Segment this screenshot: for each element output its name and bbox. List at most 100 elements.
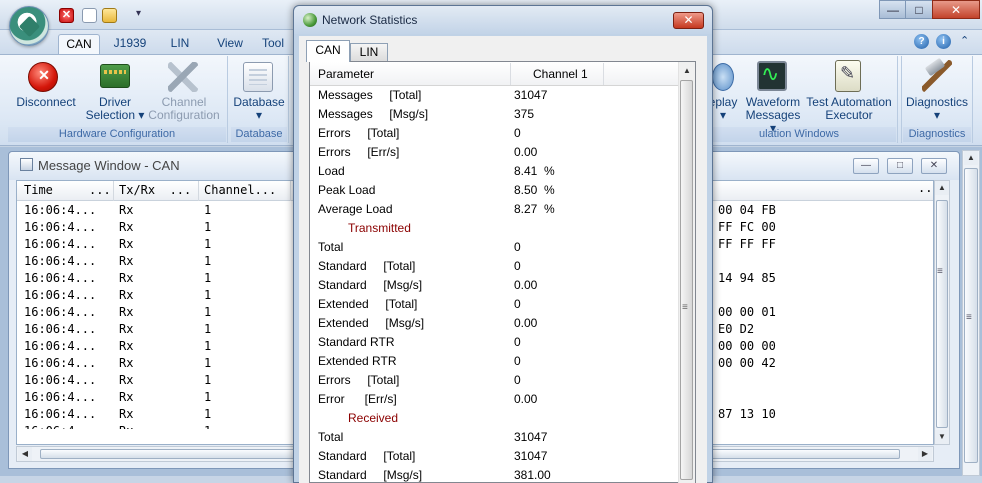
statistics-scroll-thumb[interactable] <box>680 80 693 480</box>
cell-time: 16:06:4... <box>24 305 97 319</box>
ribbon-collapse-icon[interactable]: ⌃ <box>960 34 969 47</box>
grid-scroll-thumb[interactable] <box>936 200 948 428</box>
list-item[interactable] <box>310 162 678 181</box>
channel-1-value: 0.00 <box>514 316 538 330</box>
quick-access-close-icon[interactable]: ✕ <box>59 8 74 23</box>
message-window-maximize-button[interactable]: □ <box>887 158 913 174</box>
channel-configuration-label-line2: Configuration <box>148 108 220 122</box>
parameter-name: Errors [Total] <box>318 373 400 387</box>
channel-1-value: 0 <box>514 335 521 349</box>
channel-1-value: 0.00 <box>514 145 538 159</box>
waveform-icon <box>757 61 787 91</box>
column-header-time[interactable]: Time ... <box>24 183 111 197</box>
about-icon[interactable]: i <box>936 34 951 49</box>
channel-1-value: 0.00 <box>514 392 538 406</box>
ribbon-tab-view[interactable]: View <box>208 34 252 54</box>
parameter-name: Messages [Msg/s] <box>318 107 429 121</box>
parameter-name: Peak Load <box>318 183 376 197</box>
dialog-close-button[interactable]: ✕ <box>673 12 704 29</box>
cell-channel: 1 <box>204 423 211 429</box>
cell-channel: 1 <box>204 339 212 353</box>
quick-access-new-icon[interactable] <box>82 8 97 23</box>
cell-time: 16:06:4... <box>24 373 97 387</box>
list-item[interactable] <box>310 428 678 447</box>
cell-txrx: Rx <box>119 271 134 285</box>
column-header-channel[interactable]: Channel... <box>204 183 276 197</box>
window-maximize-button[interactable]: □ <box>905 0 933 19</box>
cell-data: FF FC 00 <box>718 220 776 234</box>
message-window-close-button[interactable]: ✕ <box>921 158 947 174</box>
parameter-name: Load <box>318 164 345 178</box>
cell-data: 00 00 42 <box>718 356 776 370</box>
channel-1-value: 31047 <box>514 449 548 463</box>
app-menu-button[interactable] <box>9 6 49 46</box>
column-divider[interactable] <box>290 181 291 201</box>
ribbon-tab-can[interactable]: CAN <box>58 34 100 54</box>
cell-data: FF FF FF <box>718 237 776 251</box>
cell-data: 87 13 10 <box>718 407 776 421</box>
column-divider[interactable] <box>198 181 199 201</box>
database-button[interactable]: Database ▾ <box>231 96 287 122</box>
cell-time: 16:06:4... <box>24 220 97 234</box>
cell-time: 16:06:4... <box>24 271 97 285</box>
channel-1-value: 0 <box>514 373 521 387</box>
cell-data: E0 D2 <box>718 322 755 336</box>
stats-tab-lin[interactable]: LIN <box>350 43 388 61</box>
quick-access-open-icon[interactable] <box>102 8 117 23</box>
section-header: Received <box>348 411 399 425</box>
parameter-name: Messages [Total] <box>318 88 422 102</box>
test-automation-executor-button[interactable]: Test Automation Executor <box>804 96 894 122</box>
scroll-down-arrow[interactable]: ▼ <box>935 430 949 444</box>
network-globe-icon <box>303 13 317 27</box>
cell-channel: 1 <box>204 305 212 319</box>
diagnostics-dropdown-icon: ▾ <box>933 108 941 122</box>
diagnostics-button[interactable]: Diagnostics ▾ <box>903 96 971 122</box>
window-minimize-button[interactable]: — <box>879 0 907 19</box>
scroll-right-arrow[interactable]: ▶ <box>918 447 932 461</box>
cell-data: 00 04 FB <box>718 203 776 217</box>
column-header-txrx[interactable]: Tx/Rx ... <box>119 183 191 197</box>
cell-channel: 1 <box>204 288 212 302</box>
cell-time: 16:06:4... <box>24 390 97 404</box>
waveform-messages-button[interactable]: Waveform Messages ▾ <box>742 96 804 135</box>
cell-txrx: Rx <box>119 390 134 404</box>
parameter-name: Errors [Total] <box>318 126 400 140</box>
quick-access-customize-icon[interactable]: ▾ <box>136 8 141 19</box>
cell-time: 16:06:4... <box>24 407 97 421</box>
cell-time: 16:06:4... <box>24 423 96 429</box>
channel-configuration-icon <box>168 62 198 92</box>
message-window-minimize-button[interactable]: — <box>853 158 879 174</box>
cell-time: 16:06:4... <box>24 339 97 353</box>
cell-txrx: Rx <box>119 237 134 251</box>
driver-board-icon <box>100 64 130 88</box>
ribbon-tab-j1939[interactable]: J1939 <box>108 34 152 54</box>
disconnect-button[interactable]: Disconnect <box>14 96 78 109</box>
cell-channel: 1 <box>204 390 212 404</box>
disconnect-icon <box>28 62 59 92</box>
column-divider[interactable] <box>510 63 511 85</box>
cell-channel: 1 <box>204 220 212 234</box>
cell-txrx: Rx <box>119 203 134 217</box>
workspace-scroll-up-arrow[interactable]: ▲ <box>964 151 978 165</box>
cell-txrx: Rx <box>119 288 134 302</box>
cell-txrx: Rx <box>119 423 133 429</box>
driver-selection-button[interactable]: Driver Selection ▾ <box>82 96 148 122</box>
scroll-left-arrow[interactable]: ◀ <box>18 447 32 461</box>
help-icon[interactable]: ? <box>914 34 929 49</box>
channel-1-value: 8.27 % <box>514 202 555 216</box>
column-header-parameter[interactable]: Parameter <box>318 67 374 81</box>
channel-configuration-button: Channel Configuration <box>146 96 222 122</box>
column-header-channel-1[interactable]: Channel 1 <box>533 67 588 81</box>
section-header: Transmitted <box>348 221 411 235</box>
stats-scroll-up-arrow[interactable]: ▲ <box>680 64 694 78</box>
column-divider[interactable] <box>603 63 604 85</box>
column-divider[interactable] <box>113 181 114 201</box>
database-dropdown-icon: ▾ <box>255 108 263 122</box>
window-close-button[interactable]: ✕ <box>932 0 980 19</box>
ribbon-tab-lin[interactable]: LIN <box>162 34 198 54</box>
scroll-up-arrow[interactable]: ▲ <box>935 181 949 195</box>
test-automation-icon <box>835 60 861 92</box>
list-item[interactable] <box>310 238 678 257</box>
stats-tab-can[interactable]: CAN <box>306 40 350 62</box>
dialog-title: Network Statistics <box>322 13 418 27</box>
